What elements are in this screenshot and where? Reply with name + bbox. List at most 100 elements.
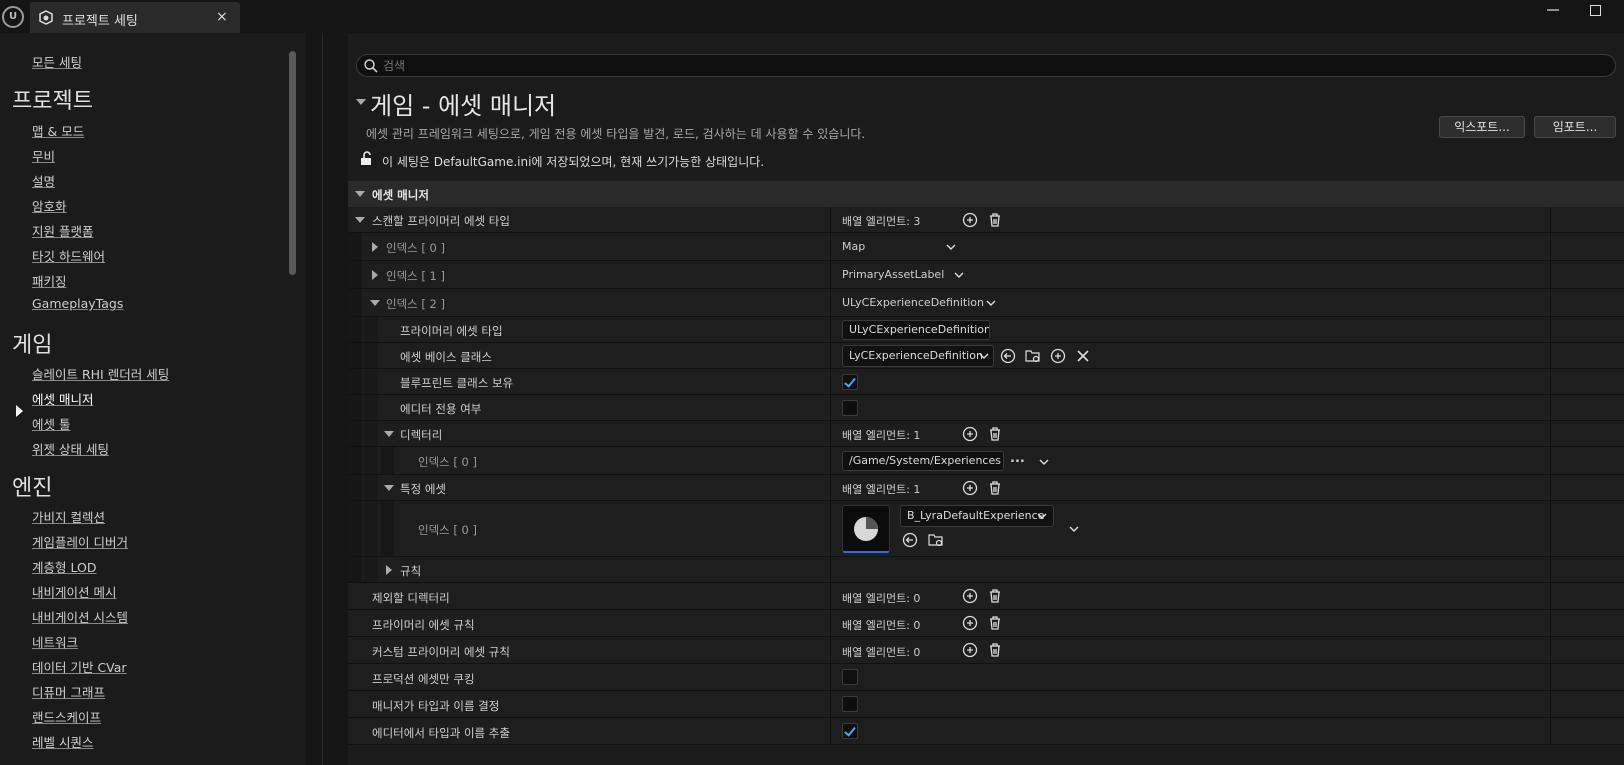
collapse-arrow-icon[interactable] — [356, 99, 366, 105]
array-count: 배열 엘리먼트: 0 — [842, 619, 921, 632]
sidebar-item-widget-state[interactable]: 위젯 상태 세팅 — [32, 439, 109, 458]
use-selected-icon[interactable] — [902, 532, 918, 548]
close-icon[interactable]: × — [216, 9, 228, 25]
sidebar-item-packaging[interactable]: 패키징 — [32, 271, 67, 290]
sidebar-item-slate-rhi[interactable]: 슬레이트 RHI 렌더러 세팅 — [32, 364, 169, 383]
chevron-down-icon[interactable] — [946, 242, 956, 252]
chevron-down-icon[interactable] — [1069, 524, 1079, 534]
add-element-icon[interactable] — [962, 480, 978, 496]
row-editor-only: 에디터 전용 여부 — [348, 395, 1624, 421]
sidebar-item-asset-manager[interactable]: 에셋 매니저 — [32, 389, 93, 408]
property-label: 에디터에서 타입과 이름 추출 — [372, 726, 510, 740]
property-label: 인덱스 [ 0 ] — [418, 455, 477, 469]
add-element-icon[interactable] — [962, 426, 978, 442]
row-directories: 디렉터리 배열 엘리먼트: 1 — [348, 421, 1624, 447]
asset-thumbnail[interactable] — [842, 505, 890, 553]
more-options-icon[interactable]: ... — [1010, 451, 1025, 466]
search-input[interactable] — [383, 57, 1583, 74]
manager-determines-checkbox[interactable] — [842, 696, 858, 712]
sidebar-item-all-settings[interactable]: 모든 세팅 — [32, 52, 82, 71]
sidebar-section-engine: 엔진 — [12, 476, 53, 501]
minimize-icon[interactable] — [1547, 4, 1559, 16]
editor-only-checkbox[interactable] — [842, 400, 858, 416]
property-label: 인덱스 [ 0 ] — [418, 523, 477, 537]
sidebar-item-gameplay-tags[interactable]: GameplayTags — [32, 296, 123, 311]
type-combo[interactable]: ULyCExperienceDefinition — [842, 296, 984, 309]
add-icon[interactable] — [1050, 348, 1066, 364]
sidebar-item-hlod[interactable]: 계층형 LOD — [32, 557, 96, 576]
sidebar-item-maps-modes[interactable]: 맵 & 모드 — [32, 121, 84, 140]
expand-arrow-icon[interactable] — [384, 485, 394, 491]
expand-arrow-icon[interactable] — [355, 217, 365, 223]
maximize-icon[interactable] — [1590, 5, 1601, 16]
sidebar-item-landscape[interactable]: 랜드스케이프 — [32, 707, 101, 726]
sidebar-item-level-sequence[interactable]: 레벨 시퀀스 — [32, 732, 93, 751]
sidebar-section-game: 게임 — [12, 333, 53, 358]
trash-icon[interactable] — [987, 480, 1003, 496]
trash-icon[interactable] — [987, 426, 1003, 442]
page-title: 게임 - 에셋 매니저 — [370, 92, 557, 120]
cook-production-checkbox[interactable] — [842, 669, 858, 685]
add-element-icon[interactable] — [962, 212, 978, 228]
sidebar-item-target-hardware[interactable]: 타깃 하드웨어 — [32, 246, 105, 265]
type-combo[interactable]: Map — [842, 240, 865, 253]
primary-asset-type-field[interactable]: ULyCExperienceDefinition — [842, 320, 990, 340]
sidebar-item-network[interactable]: 네트워크 — [32, 632, 78, 651]
search-box[interactable] — [356, 54, 1616, 77]
export-button[interactable]: 익스포트... — [1439, 116, 1525, 138]
property-label: 블루프린트 클래스 보유 — [400, 376, 514, 390]
row-index-0: 인덱스 [ 0 ] Map — [348, 233, 1624, 261]
base-class-combo[interactable]: LyCExperienceDefinition — [842, 345, 994, 367]
browse-folder-icon[interactable] — [1025, 348, 1041, 364]
expand-arrow-icon[interactable] — [384, 431, 394, 437]
chevron-down-icon[interactable] — [1039, 457, 1049, 467]
directory-path-field[interactable]: /Game/System/Experiences — [842, 451, 1004, 471]
sidebar-item-nav-system[interactable]: 내비게이션 시스템 — [32, 607, 128, 626]
add-element-icon[interactable] — [962, 615, 978, 631]
sidebar-item-encryption[interactable]: 암호화 — [32, 196, 67, 215]
browse-folder-icon[interactable] — [928, 532, 944, 548]
sidebar-item-diffuser-graph[interactable]: 디퓨머 그래프 — [32, 682, 105, 701]
property-label: 스캔할 프라이머리 에셋 타입 — [372, 214, 510, 228]
tab-label: 프로젝트 세팅 — [62, 14, 138, 29]
settings-sidebar: 모든 세팅 프로젝트 맵 & 모드 무비 설명 암호화 지원 플랫폼 타깃 하드… — [0, 33, 306, 765]
sidebar-scrollbar[interactable] — [289, 51, 296, 275]
tab-project-settings[interactable]: 프로젝트 세팅 × — [30, 2, 240, 33]
category-asset-manager[interactable]: 에셋 매니저 — [348, 181, 1624, 207]
trash-icon[interactable] — [987, 212, 1003, 228]
trash-icon[interactable] — [987, 642, 1003, 658]
trash-icon[interactable] — [987, 615, 1003, 631]
expand-arrow-icon[interactable] — [370, 300, 380, 306]
sidebar-item-movies[interactable]: 무비 — [32, 146, 55, 165]
add-element-icon[interactable] — [962, 642, 978, 658]
expand-arrow-icon[interactable] — [386, 565, 392, 575]
category-label: 에셋 매니저 — [372, 188, 429, 202]
search-icon — [364, 59, 378, 73]
type-combo[interactable]: PrimaryAssetLabel — [842, 268, 944, 281]
config-status-text: 이 세팅은 DefaultGame.ini에 저장되었으며, 현재 쓰기가능한 … — [382, 155, 765, 169]
property-label: 디렉터리 — [400, 428, 443, 442]
expand-arrow-icon[interactable] — [372, 242, 378, 252]
sidebar-item-description[interactable]: 설명 — [32, 171, 55, 190]
sidebar-item-asset-tools[interactable]: 에셋 툴 — [32, 414, 70, 433]
add-element-icon[interactable] — [962, 588, 978, 604]
chevron-down-icon[interactable] — [986, 298, 996, 308]
chevron-down-icon[interactable] — [954, 270, 964, 280]
row-asset-base-class: 에셋 베이스 클래스 LyCExperienceDefinition — [348, 343, 1624, 369]
import-button[interactable]: 임포트... — [1534, 116, 1616, 138]
splitter-line — [322, 33, 323, 765]
sidebar-item-gameplay-debugger[interactable]: 게임플레이 디버거 — [32, 532, 128, 551]
use-selected-icon[interactable] — [1000, 348, 1016, 364]
asset-picker-combo[interactable]: B_LyraDefaultExperience — [900, 505, 1054, 527]
has-blueprint-checkbox[interactable] — [842, 374, 858, 390]
property-label: 인덱스 [ 0 ] — [386, 241, 445, 255]
sidebar-item-garbage-collection[interactable]: 가비지 컬렉션 — [32, 507, 105, 526]
sidebar-item-data-cvar[interactable]: 데이터 기반 CVar — [32, 657, 127, 676]
expand-arrow-icon[interactable] — [372, 270, 378, 280]
editor-extract-checkbox[interactable] — [842, 723, 858, 739]
sidebar-item-supported-platforms[interactable]: 지원 플랫폼 — [32, 221, 93, 240]
sidebar-item-navmesh[interactable]: 내비게이션 메시 — [32, 582, 116, 601]
trash-icon[interactable] — [987, 588, 1003, 604]
clear-icon[interactable] — [1075, 348, 1091, 364]
splitter[interactable] — [306, 33, 336, 765]
